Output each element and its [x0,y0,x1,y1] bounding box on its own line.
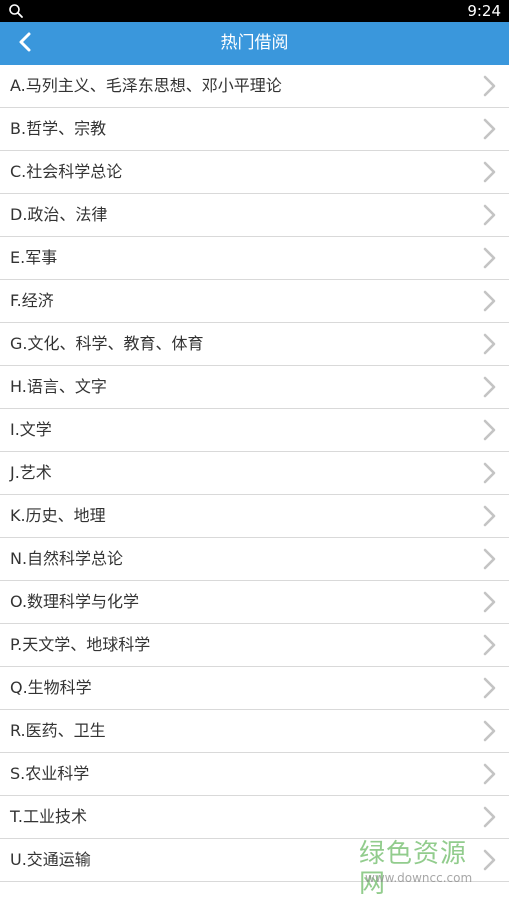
list-item-label: K.历史、地理 [10,506,106,525]
list-item[interactable]: H.语言、文字 [0,366,509,409]
list-item-label: S.农业科学 [10,764,90,783]
list-item-label: O.数理科学与化学 [10,592,140,611]
list-item[interactable]: U.交通运输 [0,839,509,882]
list-item-label: R.医药、卫生 [10,721,106,740]
chevron-right-icon [481,848,497,872]
list-item[interactable]: P.天文学、地球科学 [0,624,509,667]
category-list: A.马列主义、毛泽东思想、邓小平理论 B.哲学、宗教 C.社会科学总论 D.政治、法律… [0,65,509,882]
list-item-label: F.经济 [10,291,54,310]
chevron-right-icon [481,117,497,141]
list-item[interactable]: K.历史、地理 [0,495,509,538]
list-item[interactable]: N.自然科学总论 [0,538,509,581]
list-item[interactable]: C.社会科学总论 [0,151,509,194]
chevron-right-icon [481,633,497,657]
app-bar: 热门借阅 [0,22,509,65]
list-item-label: E.军事 [10,248,58,267]
status-time: 9:24 [467,2,501,20]
status-bar: 9:24 [0,0,509,22]
list-item[interactable]: B.哲学、宗教 [0,108,509,151]
chevron-right-icon [481,375,497,399]
list-item-label: P.天文学、地球科学 [10,635,151,654]
list-item[interactable]: I.文学 [0,409,509,452]
list-item-label: I.文学 [10,420,52,439]
chevron-right-icon [481,762,497,786]
chevron-right-icon [481,289,497,313]
list-item-label: C.社会科学总论 [10,162,123,181]
list-item-label: G.文化、科学、教育、体育 [10,334,204,353]
list-item[interactable]: R.医药、卫生 [0,710,509,753]
chevron-right-icon [481,246,497,270]
chevron-right-icon [481,461,497,485]
list-item-label: B.哲学、宗教 [10,119,107,138]
list-item[interactable]: T.工业技术 [0,796,509,839]
list-item[interactable]: F.经济 [0,280,509,323]
list-item-label: T.工业技术 [10,807,87,826]
list-item-label: U.交通运输 [10,850,91,869]
list-item[interactable]: O.数理科学与化学 [0,581,509,624]
list-item[interactable]: S.农业科学 [0,753,509,796]
list-item[interactable]: Q.生物科学 [0,667,509,710]
chevron-right-icon [481,418,497,442]
list-item-label: D.政治、法律 [10,205,108,224]
list-item-label: Q.生物科学 [10,678,92,697]
chevron-right-icon [481,74,497,98]
chevron-right-icon [481,719,497,743]
list-item-label: A.马列主义、毛泽东思想、邓小平理论 [10,76,282,95]
list-item-label: J.艺术 [10,463,52,482]
screen: 9:24 热门借阅 A.马列主义、毛泽东思想、邓小平理论 B.哲学、宗教 C.社会科… [0,0,509,901]
list-item-label: H.语言、文字 [10,377,107,396]
list-item[interactable]: G.文化、科学、教育、体育 [0,323,509,366]
list-item[interactable]: A.马列主义、毛泽东思想、邓小平理论 [0,65,509,108]
chevron-right-icon [481,676,497,700]
list-item[interactable]: D.政治、法律 [0,194,509,237]
search-icon [8,3,24,19]
chevron-right-icon [481,547,497,571]
page-title: 热门借阅 [220,33,289,53]
chevron-right-icon [481,332,497,356]
list-item-label: N.自然科学总论 [10,549,124,568]
chevron-right-icon [481,160,497,184]
list-item[interactable]: J.艺术 [0,452,509,495]
chevron-right-icon [481,805,497,829]
list-item[interactable]: E.军事 [0,237,509,280]
chevron-right-icon [481,203,497,227]
chevron-right-icon [481,504,497,528]
chevron-right-icon [481,590,497,614]
